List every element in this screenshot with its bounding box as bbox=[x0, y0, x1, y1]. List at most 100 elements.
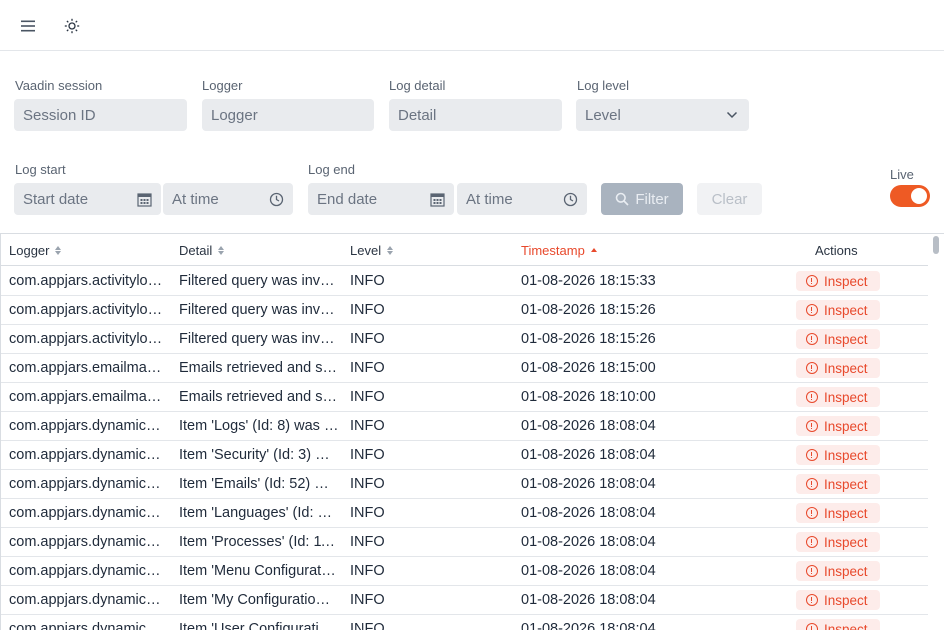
inspect-label: Inspect bbox=[824, 331, 868, 347]
cell-timestamp: 01-08-2026 18:08:04 bbox=[521, 470, 721, 498]
cell-logger: com.appjars.dynamic… bbox=[9, 412, 169, 440]
cell-timestamp-text: 01-08-2026 18:08:04 bbox=[521, 563, 656, 579]
cell-level: INFO bbox=[350, 354, 510, 382]
logger-label: Logger bbox=[202, 78, 243, 93]
cell-detail: Item 'Processes' (Id: 11… bbox=[179, 528, 339, 556]
table-row[interactable]: com.appjars.emailma… Emails retrieved and… bbox=[1, 383, 929, 412]
table-row[interactable]: com.appjars.dynamic… Item 'My Configurati… bbox=[1, 586, 929, 615]
start-time-placeholder: At time bbox=[172, 190, 219, 208]
inspect-label: Inspect bbox=[824, 534, 868, 550]
cell-level: INFO bbox=[350, 296, 510, 324]
cell-timestamp-text: 01-08-2026 18:15:26 bbox=[521, 302, 656, 318]
cell-level: INFO bbox=[350, 615, 510, 630]
cell-detail-text: Item 'My Configuratio… bbox=[179, 592, 331, 608]
table-row[interactable]: com.appjars.dynamic… Item 'Menu Configura… bbox=[1, 557, 929, 586]
level-select[interactable]: Level bbox=[576, 99, 749, 131]
filter-button-label: Filter bbox=[635, 190, 669, 208]
inspect-button[interactable]: Inspect bbox=[796, 271, 880, 291]
cell-detail-text: Item 'Processes' (Id: 11… bbox=[179, 534, 339, 550]
inspect-button[interactable]: Inspect bbox=[796, 619, 880, 630]
scroll-thumb[interactable] bbox=[933, 236, 939, 254]
inspect-button[interactable]: Inspect bbox=[796, 532, 880, 552]
table-row[interactable]: com.appjars.activitylo… Filtered query wa… bbox=[1, 267, 929, 296]
column-label-actions: Actions bbox=[815, 242, 858, 258]
cell-detail: Emails retrieved and s… bbox=[179, 354, 339, 382]
cell-timestamp-text: 01-08-2026 18:08:04 bbox=[521, 447, 656, 463]
info-circle-icon bbox=[806, 275, 818, 287]
cell-timestamp-text: 01-08-2026 18:15:33 bbox=[521, 273, 656, 289]
filter-button[interactable]: Filter bbox=[601, 183, 683, 215]
column-header-level[interactable]: Level bbox=[350, 234, 394, 266]
sort-icon bbox=[218, 245, 225, 255]
clear-button[interactable]: Clear bbox=[697, 183, 762, 215]
table-row[interactable]: com.appjars.dynamic… Item 'Processes' (Id… bbox=[1, 528, 929, 557]
logger-placeholder: Logger bbox=[211, 106, 258, 124]
sun-icon[interactable] bbox=[58, 12, 86, 40]
end-date-placeholder: End date bbox=[317, 190, 378, 208]
cell-timestamp-text: 01-08-2026 18:10:00 bbox=[521, 389, 656, 405]
cell-detail-text: Emails retrieved and s… bbox=[179, 360, 337, 376]
session-id-input[interactable]: Session ID bbox=[14, 99, 187, 131]
cell-detail: Item 'Security' (Id: 3) … bbox=[179, 441, 339, 469]
inspect-button[interactable]: Inspect bbox=[796, 300, 880, 320]
clock-icon[interactable] bbox=[267, 190, 285, 208]
cell-timestamp: 01-08-2026 18:15:33 bbox=[521, 267, 721, 295]
log-end-label: Log end bbox=[308, 162, 355, 177]
cell-timestamp-text: 01-08-2026 18:08:04 bbox=[521, 621, 656, 630]
cell-timestamp: 01-08-2026 18:15:26 bbox=[521, 325, 721, 353]
live-toggle[interactable] bbox=[890, 185, 930, 207]
menu-icon[interactable] bbox=[14, 12, 42, 40]
logger-input[interactable]: Logger bbox=[202, 99, 374, 131]
start-date-input[interactable]: Start date bbox=[14, 183, 161, 215]
column-header-detail[interactable]: Detail bbox=[179, 234, 225, 266]
table-row[interactable]: com.appjars.emailma… Emails retrieved and… bbox=[1, 354, 929, 383]
detail-input[interactable]: Detail bbox=[389, 99, 562, 131]
inspect-button[interactable]: Inspect bbox=[796, 387, 880, 407]
grid-scrollbar[interactable] bbox=[928, 234, 944, 630]
cell-logger: com.appjars.emailma… bbox=[9, 354, 169, 382]
cell-timestamp: 01-08-2026 18:08:04 bbox=[521, 412, 721, 440]
table-row[interactable]: com.appjars.activitylo… Filtered query wa… bbox=[1, 325, 929, 354]
calendar-icon[interactable] bbox=[428, 190, 446, 208]
cell-level-text: INFO bbox=[350, 563, 385, 579]
start-time-input[interactable]: At time bbox=[163, 183, 293, 215]
table-row[interactable]: com.appjars.dynamic… Item 'Logs' (Id: 8) … bbox=[1, 412, 929, 441]
inspect-button[interactable]: Inspect bbox=[796, 329, 880, 349]
cell-detail: Filtered query was inv… bbox=[179, 267, 339, 295]
inspect-button[interactable]: Inspect bbox=[796, 416, 880, 436]
cell-logger: com.appjars.dynamic… bbox=[9, 528, 169, 556]
inspect-button[interactable]: Inspect bbox=[796, 445, 880, 465]
column-header-timestamp[interactable]: Timestamp bbox=[521, 234, 597, 266]
end-time-input[interactable]: At time bbox=[457, 183, 587, 215]
table-row[interactable]: com.appjars.activitylo… Filtered query wa… bbox=[1, 296, 929, 325]
cell-timestamp: 01-08-2026 18:10:00 bbox=[521, 383, 721, 411]
inspect-button[interactable]: Inspect bbox=[796, 590, 880, 610]
session-id-placeholder: Session ID bbox=[23, 106, 96, 124]
cell-timestamp-text: 01-08-2026 18:08:04 bbox=[521, 592, 656, 608]
calendar-icon[interactable] bbox=[135, 190, 153, 208]
cell-level: INFO bbox=[350, 470, 510, 498]
inspect-button[interactable]: Inspect bbox=[796, 358, 880, 378]
chevron-down-icon bbox=[723, 106, 741, 124]
cell-timestamp: 01-08-2026 18:08:04 bbox=[521, 615, 721, 630]
table-row[interactable]: com.appjars.dynamic… Item 'Languages' (Id… bbox=[1, 499, 929, 528]
cell-detail-text: Item 'Logs' (Id: 8) was … bbox=[179, 418, 339, 434]
inspect-button[interactable]: Inspect bbox=[796, 561, 880, 581]
cell-logger-text: com.appjars.dynamic… bbox=[9, 476, 161, 492]
info-circle-icon bbox=[806, 420, 818, 432]
table-row[interactable]: com.appjars.dynamic… Item 'User Configura… bbox=[1, 615, 929, 630]
cell-detail-text: Filtered query was inv… bbox=[179, 273, 335, 289]
table-row[interactable]: com.appjars.dynamic… Item 'Emails' (Id: 5… bbox=[1, 470, 929, 499]
cell-logger: com.appjars.dynamic… bbox=[9, 441, 169, 469]
cell-logger-text: com.appjars.activitylo… bbox=[9, 302, 163, 318]
cell-level-text: INFO bbox=[350, 418, 385, 434]
cell-detail: Item 'Languages' (Id: 1… bbox=[179, 499, 339, 527]
end-date-input[interactable]: End date bbox=[308, 183, 454, 215]
cell-detail-text: Item 'Emails' (Id: 52) w… bbox=[179, 476, 339, 492]
column-header-logger[interactable]: Logger bbox=[9, 234, 62, 266]
table-row[interactable]: com.appjars.dynamic… Item 'Security' (Id:… bbox=[1, 441, 929, 470]
inspect-button[interactable]: Inspect bbox=[796, 474, 880, 494]
inspect-button[interactable]: Inspect bbox=[796, 503, 880, 523]
clock-icon[interactable] bbox=[561, 190, 579, 208]
search-icon bbox=[616, 192, 629, 206]
